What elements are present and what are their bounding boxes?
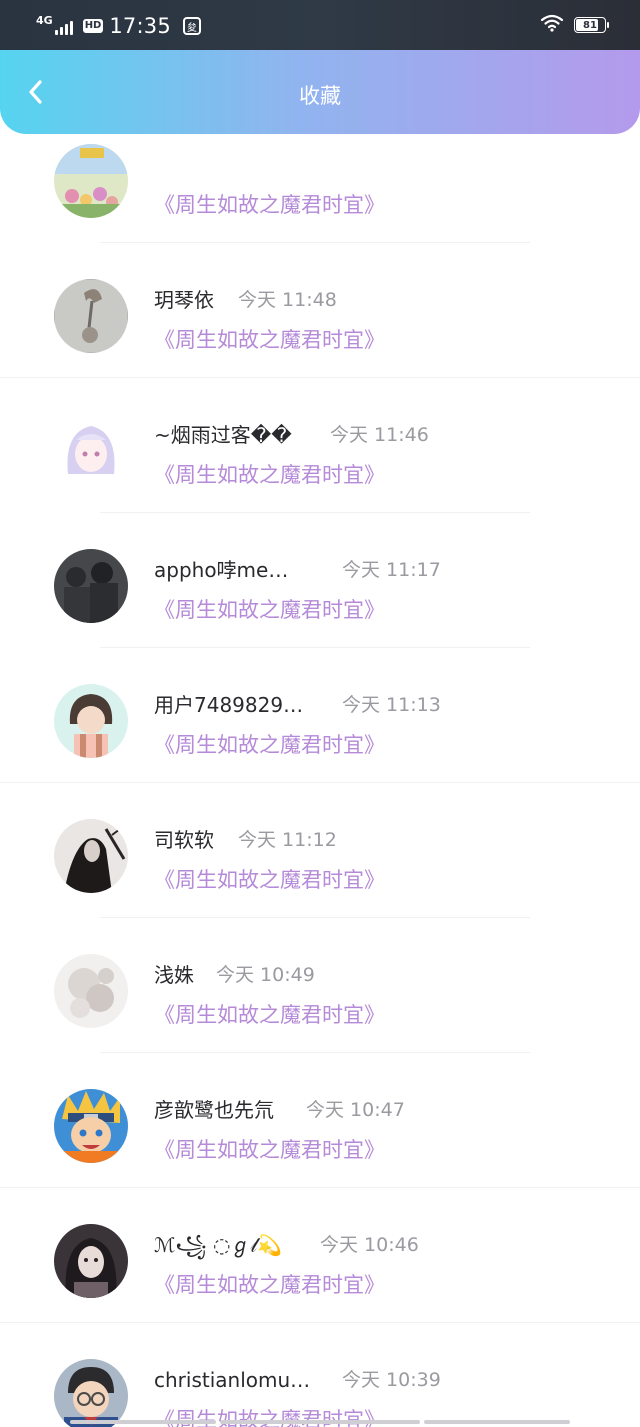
username[interactable]: 用户7489829… <box>154 690 303 720</box>
username[interactable]: christianlomu… <box>154 1365 310 1395</box>
avatar-anime-girl-white <box>54 414 128 488</box>
favorite-list-item[interactable]: 浅姝 今天 10:49 《周生如故之魔君时宜》 <box>0 918 640 1053</box>
novel-title-link[interactable]: 《周生如故之魔君时宜》 <box>154 325 385 355</box>
novel-title-link[interactable]: 《周生如故之魔君时宜》 <box>154 460 385 490</box>
avatar-conan <box>54 1359 128 1427</box>
user-avatar[interactable] <box>54 819 128 893</box>
avatar-flowers <box>54 144 128 218</box>
timestamp: 今天 10:46 <box>320 1234 419 1256</box>
status-bar: 4G HD 17:35 夋 81 <box>0 0 640 52</box>
timestamp: 今天 11:13 <box>342 694 441 716</box>
battery-percent: 81 <box>583 19 597 31</box>
favorite-list-item[interactable]: christianlomu… 今天 10:39 《周生如故之魔君时宜》 <box>0 1323 640 1427</box>
hd-badge: HD <box>82 19 104 33</box>
username[interactable]: ℳ꧁ ◌ℊ𝓁💫 <box>154 1230 282 1260</box>
header-bar: 收藏 <box>0 50 640 134</box>
user-avatar[interactable] <box>54 1089 128 1163</box>
novel-title-link[interactable]: 《周生如故之魔君时宜》 <box>154 730 385 760</box>
user-avatar[interactable] <box>54 414 128 488</box>
avatar-dark-figure <box>54 819 128 893</box>
novel-title-link[interactable]: 《周生如故之魔君时宜》 <box>154 190 385 220</box>
clock: 17:35 <box>109 14 171 38</box>
bottom-scroll-indicator <box>0 1420 640 1427</box>
timestamp: 今天 10:47 <box>306 1099 405 1121</box>
favorite-list-item[interactable]: ~烟雨过客�� 今天 11:46 《周生如故之魔君时宜》 <box>0 378 640 513</box>
novel-title-link[interactable]: 《周生如故之魔君时宜》 <box>154 1270 385 1300</box>
user-avatar[interactable] <box>54 1224 128 1298</box>
favorite-list-item[interactable]: ℳ꧁ ◌ℊ𝓁💫 今天 10:46 《周生如故之魔君时宜》 <box>0 1188 640 1323</box>
page-title: 收藏 <box>299 84 341 108</box>
novel-title-link[interactable]: 《周生如故之魔君时宜》 <box>154 865 385 895</box>
timestamp: 今天 11:48 <box>238 289 337 311</box>
favorite-list-item[interactable]: 彦歆鹭也先氘 今天 10:47 《周生如故之魔君时宜》 <box>0 1053 640 1188</box>
battery-icon: 81 <box>574 17 609 33</box>
favorite-list-item[interactable]: appho哱me… 今天 11:17 《周生如故之魔君时宜》 <box>0 513 640 648</box>
avatar-cartoon-girl <box>54 684 128 758</box>
avatar-pale-flowers <box>54 954 128 1028</box>
wifi-icon <box>540 14 564 36</box>
username[interactable]: ~烟雨过客�� <box>154 420 292 450</box>
status-right: 81 <box>540 14 609 36</box>
user-avatar[interactable] <box>54 144 128 218</box>
favorite-list-item[interactable]: 用户7489829… 今天 11:13 《周生如故之魔君时宜》 <box>0 648 640 783</box>
screen: 4G HD 17:35 夋 81 《周生如故之魔君时宜》 玥琴依 今天 11:4… <box>0 0 640 1427</box>
user-avatar[interactable] <box>54 279 128 353</box>
network-type: 4G <box>36 13 53 27</box>
avatar-grey-sketch <box>54 279 128 353</box>
username[interactable]: appho哱me… <box>154 555 288 585</box>
novel-title-link[interactable]: 《周生如故之魔君时宜》 <box>154 595 385 625</box>
username[interactable]: 浅姝 <box>154 960 194 990</box>
favorites-list: 《周生如故之魔君时宜》 玥琴依 今天 11:48 《周生如故之魔君时宜》 ~烟雨过客��… <box>0 108 640 1427</box>
user-avatar[interactable] <box>54 684 128 758</box>
user-avatar[interactable] <box>54 549 128 623</box>
novel-title-link[interactable]: 《周生如故之魔君时宜》 <box>154 1000 385 1030</box>
user-avatar[interactable] <box>54 1359 128 1427</box>
favorite-list-item[interactable]: 玥琴依 今天 11:48 《周生如故之魔君时宜》 <box>0 243 640 378</box>
timestamp: 今天 11:46 <box>330 424 429 446</box>
username[interactable]: 彦歆鹭也先氘 <box>154 1095 274 1125</box>
avatar-soldiers <box>54 549 128 623</box>
avatar-naruto <box>54 1089 128 1163</box>
novel-title-link[interactable]: 《周生如故之魔君时宜》 <box>154 1135 385 1165</box>
username[interactable]: 玥琴依 <box>154 285 214 315</box>
avatar-goth-girl <box>54 1224 128 1298</box>
timestamp: 今天 11:12 <box>238 829 337 851</box>
username[interactable]: 司软软 <box>154 825 214 855</box>
favorite-list-item[interactable]: 司软软 今天 11:12 《周生如故之魔君时宜》 <box>0 783 640 918</box>
signal-icon <box>54 21 73 35</box>
app-notification-icon: 夋 <box>182 17 201 35</box>
timestamp: 今天 10:39 <box>342 1369 441 1391</box>
user-avatar[interactable] <box>54 954 128 1028</box>
timestamp: 今天 11:17 <box>342 559 441 581</box>
status-left: 4G HD 17:35 夋 <box>36 12 201 40</box>
timestamp: 今天 10:49 <box>216 964 315 986</box>
